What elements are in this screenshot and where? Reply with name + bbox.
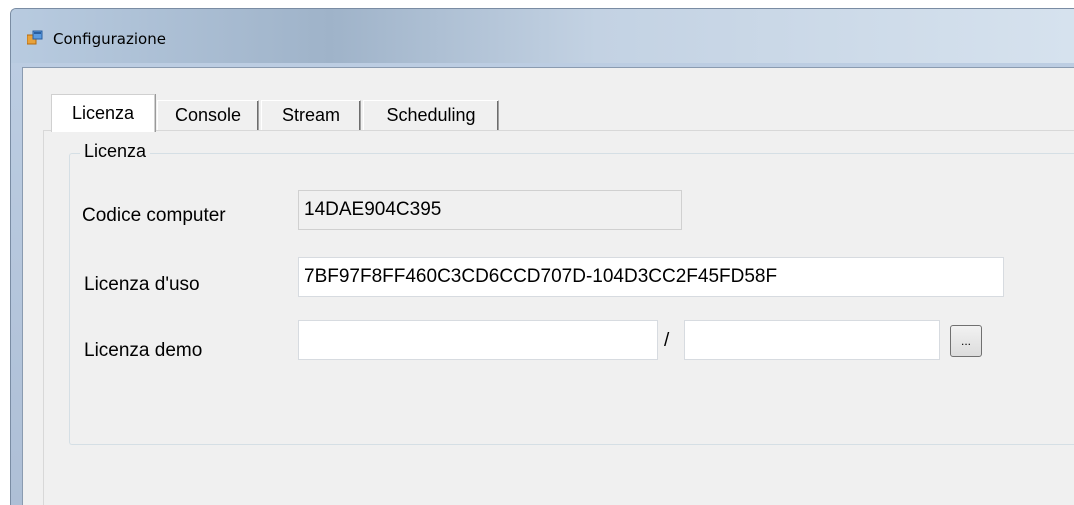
license-use-label: Licenza d'uso [84, 274, 200, 295]
tab-panel-licenza: Licenza Codice computer 14DAE904C395 Lic… [43, 130, 1074, 505]
browse-button[interactable]: ... [950, 325, 982, 357]
app-icon [27, 30, 43, 45]
license-use-field[interactable]: 7BF97F8FF460C3CD6CCD707D-104D3CC2F45FD58… [298, 257, 1004, 297]
groupbox-title: Licenza [80, 141, 151, 162]
title-bar[interactable]: Configurazione [11, 9, 1074, 63]
computer-code-field[interactable]: 14DAE904C395 [298, 190, 682, 230]
tab-scheduling[interactable]: Scheduling [363, 100, 499, 130]
demo-license-separator: / [664, 330, 670, 351]
tab-console[interactable]: Console [157, 100, 259, 130]
window-client-area: Licenza Console Stream Scheduling Licenz… [22, 67, 1074, 505]
computer-code-label: Codice computer [82, 205, 226, 226]
window-title: Configurazione [53, 30, 166, 48]
tab-stream[interactable]: Stream [261, 100, 361, 130]
demo-license-field-1[interactable] [298, 320, 658, 360]
tab-licenza[interactable]: Licenza [51, 94, 155, 132]
demo-license-label: Licenza demo [84, 340, 203, 361]
license-groupbox: Licenza Codice computer 14DAE904C395 Lic… [69, 141, 1074, 445]
configuration-window: Configurazione Licenza Console Stream Sc… [10, 8, 1074, 505]
demo-license-field-2[interactable] [684, 320, 940, 360]
